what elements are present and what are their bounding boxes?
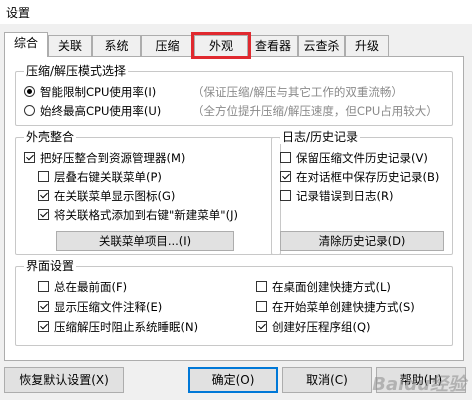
shell-integration-title: 外壳整合 [24, 130, 77, 144]
checkbox[interactable] [38, 209, 49, 220]
log-history-group: 日志/历史记录 保留压缩文件历史记录(V) 在对话框中保存历史记录(B) 记录错… [271, 130, 453, 255]
tab-viewer[interactable]: 查看器 [248, 35, 298, 56]
window-title: 设置 [6, 6, 31, 20]
checkbox-label: 将关联格式添加到右键"新建菜单"(J) [54, 208, 238, 222]
restore-defaults-button[interactable]: 恢复默认设置(X) [4, 367, 124, 393]
cancel-button[interactable]: 取消(C) [282, 367, 372, 393]
checkbox-label: 保留压缩文件历史记录(V) [296, 151, 428, 165]
tab-general[interactable]: 综合 [4, 32, 48, 57]
checkbox[interactable] [280, 152, 291, 163]
radio-hint: （保证压缩/解压与其它工作的双重流畅） [192, 85, 403, 99]
compress-mode-title: 压缩/解压模式选择 [24, 64, 129, 78]
radio-label: 智能限制CPU使用率(I) [40, 85, 157, 99]
checkbox-label: 记录错误到日志(R) [296, 189, 394, 203]
checkbox[interactable] [24, 152, 35, 163]
tab-upgrade[interactable]: 升级 [345, 35, 389, 56]
checkbox[interactable] [256, 281, 267, 292]
clear-history-button[interactable]: 清除历史记录(D) [280, 231, 444, 251]
checkbox[interactable] [38, 301, 49, 312]
checkbox[interactable] [280, 190, 291, 201]
radio-smart-cpu[interactable]: 智能限制CPU使用率(I) （保证压缩/解压与其它工作的双重流畅） [24, 84, 444, 100]
ui-settings-group: 界面设置 总在最前面(F) 显示压缩文件注释(E) 压缩解压时阻止系统睡眠(N)… [15, 259, 453, 346]
tab-system[interactable]: 系统 [92, 35, 141, 56]
checkbox-label: 压缩解压时阻止系统睡眠(N) [54, 320, 199, 334]
checkbox[interactable] [38, 321, 49, 332]
radio-button[interactable] [24, 86, 35, 97]
compress-mode-group: 压缩/解压模式选择 智能限制CPU使用率(I) （保证压缩/解压与其它工作的双重… [15, 64, 453, 126]
radio-max-cpu[interactable]: 始终最高CPU使用率(U) （全方位提升压缩/解压速度，但CPU占用较大） [24, 103, 444, 119]
tab-compress[interactable]: 压缩 [141, 35, 194, 56]
checkbox-label: 在桌面创建快捷方式(L) [272, 280, 391, 294]
checkbox[interactable] [38, 281, 49, 292]
radio-hint: （全方位提升压缩/解压速度，但CPU占用较大） [192, 104, 438, 118]
ui-settings-title: 界面设置 [24, 259, 77, 273]
checkbox-label: 总在最前面(F) [54, 280, 128, 294]
baidu-watermark: Baidu经验 [372, 374, 466, 395]
log-history-title: 日志/历史记录 [280, 130, 361, 144]
tab-appearance[interactable]: 外观 [194, 35, 248, 56]
ok-button[interactable]: 确定(O) [188, 367, 278, 393]
checkbox[interactable] [280, 171, 291, 182]
checkbox-label: 层叠右键关联菜单(P) [54, 170, 162, 184]
tab-cloud-scan[interactable]: 云查杀 [298, 35, 345, 56]
checkbox-label: 在开始菜单创建快捷方式(S) [272, 300, 415, 314]
checkbox[interactable] [38, 190, 49, 201]
checkbox[interactable] [38, 171, 49, 182]
checkbox-label: 在关联菜单显示图标(G) [54, 189, 176, 203]
checkbox-label: 显示压缩文件注释(E) [54, 300, 163, 314]
checkbox[interactable] [256, 321, 267, 332]
settings-panel: 压缩/解压模式选择 智能限制CPU使用率(I) （保证压缩/解压与其它工作的双重… [4, 56, 464, 361]
shell-integration-group: 外壳整合 把好压整合到资源管理器(M) 层叠右键关联菜单(P) 在关联菜单显示图… [15, 130, 281, 255]
radio-button[interactable] [24, 105, 35, 116]
checkbox[interactable] [256, 301, 267, 312]
checkbox-label: 创建好压程序组(Q) [272, 320, 371, 334]
radio-label: 始终最高CPU使用率(U) [40, 104, 162, 118]
title-bar: 设置 [0, 0, 472, 24]
checkbox-label: 把好压整合到资源管理器(M) [40, 151, 186, 165]
checkbox-label: 在对话框中保存历史记录(B) [296, 170, 440, 184]
assoc-menu-items-button[interactable]: 关联菜单项目...(I) [56, 231, 234, 251]
tab-association[interactable]: 关联 [48, 35, 92, 56]
